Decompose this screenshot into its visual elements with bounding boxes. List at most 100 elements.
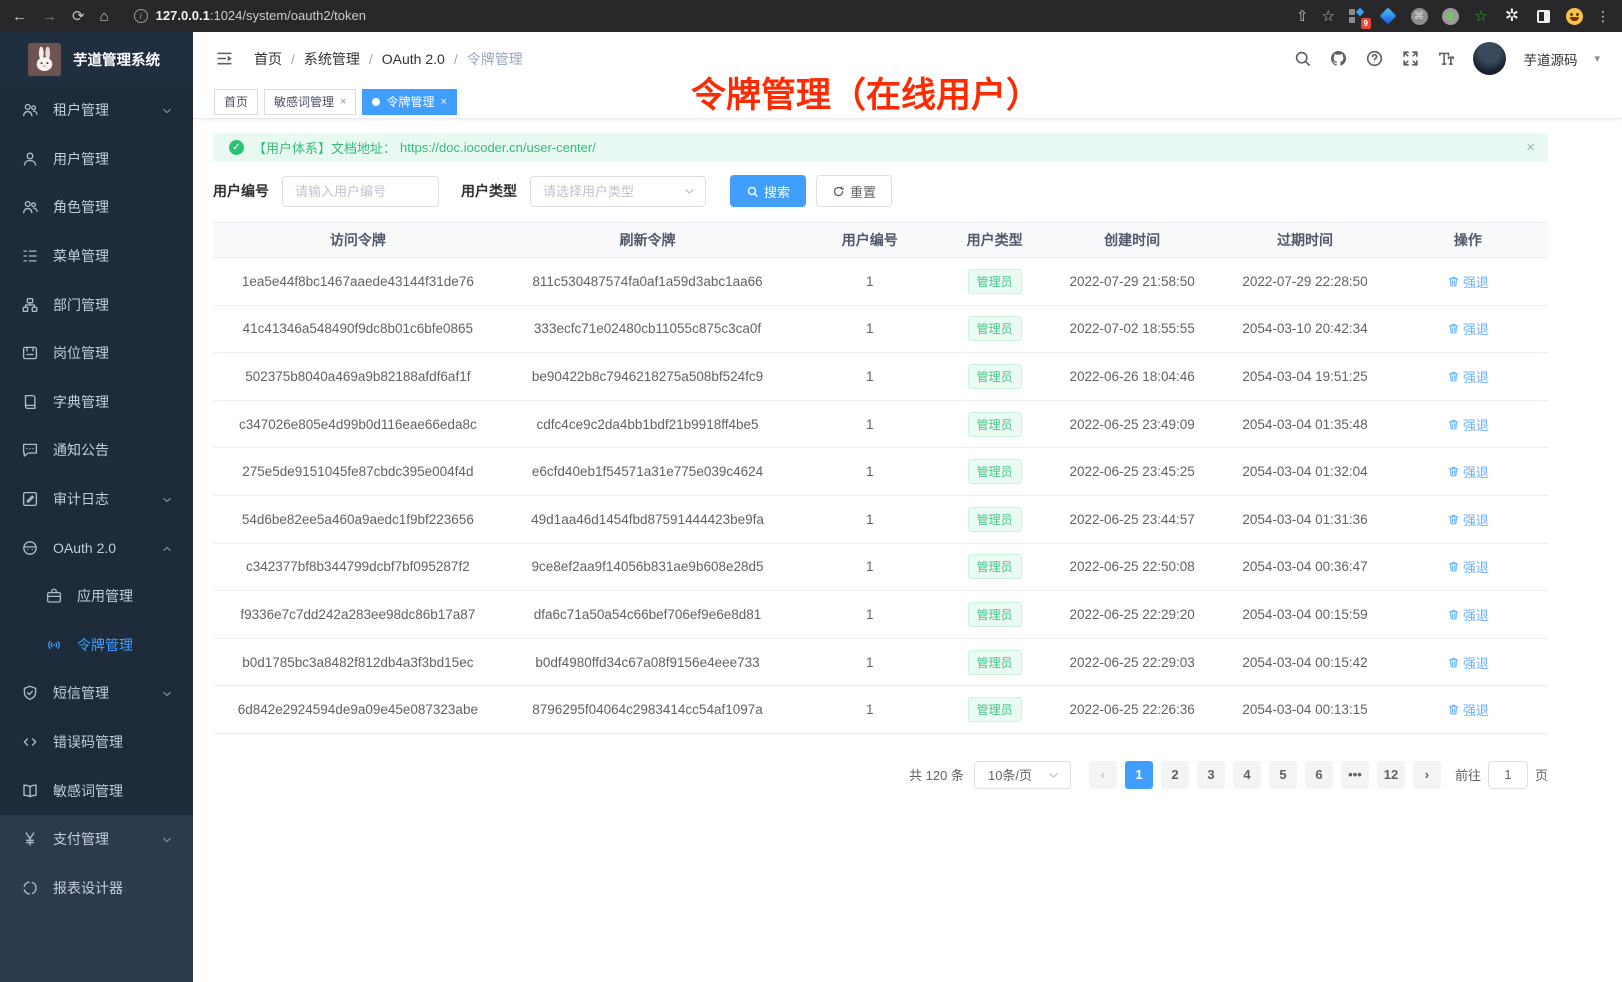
- table-row-0: 1ea5e44f8bc1467aaede43144f31de76811c5304…: [213, 258, 1548, 306]
- page-button-5[interactable]: 5: [1269, 761, 1297, 789]
- tag-2[interactable]: 令牌管理×: [362, 89, 456, 115]
- force-logout-button[interactable]: 强退: [1447, 557, 1489, 576]
- breadcrumb-item-1[interactable]: 系统管理: [304, 49, 360, 69]
- expire-time-cell: 2054-03-04 00:15:42: [1222, 655, 1388, 670]
- sidebar-item-7[interactable]: 通知公告: [0, 426, 193, 475]
- active-tag-dot: [372, 98, 380, 106]
- share-icon[interactable]: ⇧: [1296, 9, 1309, 24]
- record-extension-icon[interactable]: [1441, 7, 1459, 25]
- tag-0[interactable]: 首页: [214, 89, 258, 115]
- next-page-button[interactable]: ›: [1413, 761, 1441, 789]
- back-icon[interactable]: ←: [12, 9, 27, 24]
- sidebar-item-2[interactable]: 角色管理: [0, 183, 193, 232]
- goto-page-input[interactable]: [1488, 761, 1528, 789]
- address-bar[interactable]: i 127.0.0.1:1024/system/oauth2/token: [134, 7, 1281, 25]
- help-icon[interactable]: [1365, 49, 1384, 68]
- sidebar-panel-icon[interactable]: [1534, 7, 1552, 25]
- force-logout-button[interactable]: 强退: [1447, 272, 1489, 291]
- actions-cell: 强退: [1388, 415, 1548, 434]
- command-extension-icon[interactable]: ⌘: [1410, 7, 1428, 25]
- table-header-0: 访问令牌: [213, 230, 503, 250]
- asterisk-extension-icon[interactable]: ✲: [1503, 7, 1521, 25]
- force-logout-button[interactable]: 强退: [1447, 605, 1489, 624]
- font-size-icon[interactable]: [1437, 49, 1456, 68]
- user-menu-caret-icon[interactable]: ▾: [1594, 52, 1600, 65]
- sidebar-item-1[interactable]: 用户管理: [0, 135, 193, 184]
- sidebar-item-6[interactable]: 字典管理: [0, 378, 193, 427]
- refresh-token-cell: 8796295f04064c2983414cc54af1097a: [503, 702, 793, 717]
- breadcrumb-item-0[interactable]: 首页: [254, 49, 282, 69]
- search-button[interactable]: 搜索: [730, 175, 806, 207]
- forward-icon[interactable]: →: [42, 9, 57, 24]
- search-icon[interactable]: [1293, 49, 1312, 68]
- fullscreen-icon[interactable]: [1401, 49, 1420, 68]
- sidebar-item-label: 岗位管理: [53, 343, 109, 363]
- chevron-down-icon: [161, 687, 173, 699]
- page-size-select[interactable]: 10条/页: [974, 761, 1071, 789]
- rabbit-logo-icon: [28, 43, 61, 76]
- page-button-12[interactable]: 12: [1377, 761, 1405, 789]
- user-id-input[interactable]: [282, 176, 439, 207]
- sidebar-item-10[interactable]: 应用管理: [0, 572, 193, 621]
- page-button-2[interactable]: 2: [1161, 761, 1189, 789]
- browser-menu-icon[interactable]: ⋮: [1596, 8, 1610, 25]
- page-button-3[interactable]: 3: [1197, 761, 1225, 789]
- app-logo[interactable]: 芋道管理系统: [0, 32, 193, 86]
- force-logout-button[interactable]: 强退: [1447, 415, 1489, 434]
- force-logout-button[interactable]: 强退: [1447, 319, 1489, 338]
- sidebar-item-9[interactable]: OAuth 2.0: [0, 523, 193, 572]
- force-logout-button[interactable]: 强退: [1447, 700, 1489, 719]
- page-button-4[interactable]: 4: [1233, 761, 1261, 789]
- sidebar-item-12[interactable]: 短信管理: [0, 669, 193, 718]
- sidebar-item-16[interactable]: 报表设计器: [0, 864, 193, 913]
- user-id-label: 用户编号: [213, 181, 269, 201]
- expire-time-cell: 2054-03-04 01:35:48: [1222, 417, 1388, 432]
- more-pages-button[interactable]: •••: [1341, 761, 1369, 789]
- menutree-icon: [21, 247, 39, 265]
- github-icon[interactable]: [1329, 49, 1348, 68]
- gem-extension-icon[interactable]: [1379, 7, 1397, 25]
- breadcrumb-item-2[interactable]: OAuth 2.0: [382, 51, 445, 67]
- sidebar-item-8[interactable]: 审计日志: [0, 475, 193, 524]
- create-time-cell: 2022-06-25 22:29:20: [1042, 607, 1222, 622]
- force-logout-button[interactable]: 强退: [1447, 653, 1489, 672]
- force-logout-button[interactable]: 强退: [1447, 462, 1489, 481]
- user-type-select[interactable]: [530, 176, 706, 207]
- site-info-icon[interactable]: i: [134, 9, 148, 23]
- tag-close-icon[interactable]: ×: [340, 96, 346, 108]
- profile-avatar-icon[interactable]: [1565, 7, 1583, 25]
- sidebar-item-5[interactable]: 岗位管理: [0, 329, 193, 378]
- sidebar-item-14[interactable]: 敏感词管理: [0, 766, 193, 815]
- sidebar-item-15[interactable]: 支付管理: [0, 815, 193, 864]
- sidebar-item-0[interactable]: 租户管理: [0, 86, 193, 135]
- sidebar-item-3[interactable]: 菜单管理: [0, 232, 193, 281]
- username-label[interactable]: 芋道源码: [1523, 49, 1577, 69]
- post-icon: [21, 344, 39, 362]
- table-header-4: 创建时间: [1042, 230, 1222, 250]
- user-type-cell: 管理员: [947, 459, 1042, 484]
- doc-link[interactable]: https://doc.iocoder.cn/user-center/: [400, 140, 596, 155]
- star-extension-icon[interactable]: ☆: [1472, 7, 1490, 25]
- force-logout-button[interactable]: 强退: [1447, 367, 1489, 386]
- alert-close-icon[interactable]: ×: [1526, 139, 1535, 156]
- extension-grid-icon[interactable]: 9: [1348, 7, 1366, 25]
- bookmark-star-icon[interactable]: ☆: [1322, 9, 1335, 24]
- pagination-bar: 共 120 条10条/页‹123456•••12›前往页: [213, 761, 1548, 789]
- prev-page-button[interactable]: ‹: [1089, 761, 1117, 789]
- reset-button[interactable]: 重置: [816, 175, 892, 207]
- user-avatar[interactable]: [1473, 42, 1506, 75]
- sidebar-item-13[interactable]: 错误码管理: [0, 718, 193, 767]
- force-logout-button[interactable]: 强退: [1447, 510, 1489, 529]
- breadcrumb-separator: /: [291, 51, 295, 67]
- reload-icon[interactable]: ⟳: [72, 9, 85, 24]
- collapse-menu-icon[interactable]: [215, 49, 234, 68]
- user-id-cell: 1: [792, 702, 947, 717]
- page-button-6[interactable]: 6: [1305, 761, 1333, 789]
- sidebar-item-4[interactable]: 部门管理: [0, 280, 193, 329]
- home-icon[interactable]: ⌂: [100, 9, 109, 24]
- sidebar-item-11[interactable]: 令牌管理: [0, 621, 193, 670]
- page-button-1[interactable]: 1: [1125, 761, 1153, 789]
- tag-close-icon[interactable]: ×: [440, 96, 446, 108]
- app-title: 芋道管理系统: [73, 49, 160, 70]
- tag-1[interactable]: 敏感词管理×: [264, 89, 356, 115]
